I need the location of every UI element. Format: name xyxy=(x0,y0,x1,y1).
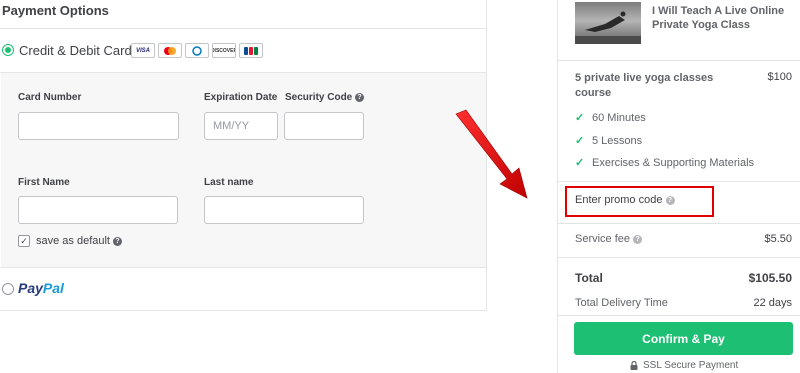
feature-item: ✓ 60 Minutes xyxy=(575,111,646,125)
package-name: 5 private live yoga classes course xyxy=(575,72,714,99)
divider xyxy=(558,223,800,224)
card-method-label[interactable]: Credit & Debit Cards xyxy=(19,43,138,58)
divider xyxy=(558,315,800,316)
save-default-label: save as default ? xyxy=(36,235,123,247)
help-icon[interactable]: ? xyxy=(355,92,365,102)
lock-icon xyxy=(630,361,638,370)
delivery-time-value: 22 days xyxy=(753,297,792,309)
confirm-pay-button[interactable]: Confirm & Pay xyxy=(574,322,793,355)
divider xyxy=(558,181,800,182)
delivery-time-label: Total Delivery Time xyxy=(575,297,668,309)
discover-logo-icon: DISCOVER xyxy=(212,43,236,58)
jcb-logo-icon xyxy=(239,43,263,58)
feature-item: ✓ Exercises & Supporting Materials xyxy=(575,156,755,170)
diners-logo-icon xyxy=(185,43,209,58)
total-value: $105.50 xyxy=(748,271,792,285)
save-default-checkbox[interactable]: ✓ xyxy=(18,235,30,247)
first-name-input[interactable] xyxy=(18,196,178,224)
feature-text: Exercises & Supporting Materials xyxy=(592,156,755,169)
card-radio-button[interactable] xyxy=(2,44,14,56)
last-name-input[interactable] xyxy=(204,196,364,224)
package-price: $100 xyxy=(767,71,792,83)
service-fee-label: Service fee ? xyxy=(575,233,643,245)
expiration-label: Expiration Date xyxy=(204,92,278,103)
feature-item: ✓ 5 Lessons xyxy=(575,134,643,148)
security-code-label: Security Code ? xyxy=(285,92,365,103)
ssl-text: SSL Secure Payment xyxy=(643,360,739,371)
save-default-text: save as default xyxy=(36,235,110,247)
service-fee-value: $5.50 xyxy=(764,233,792,245)
security-code-text: Security Code xyxy=(285,92,353,103)
payment-title: Payment Options xyxy=(2,3,109,18)
gig-thumbnail[interactable] xyxy=(575,2,641,44)
paypal-text-pay: Pay xyxy=(18,280,43,296)
service-fee-text: Service fee xyxy=(575,233,631,245)
check-icon: ✓ xyxy=(575,135,585,147)
feature-text: 5 Lessons xyxy=(592,134,643,147)
card-form: Card Number Expiration Date Security Cod… xyxy=(1,73,486,267)
total-label: Total xyxy=(575,271,603,285)
card-number-input[interactable] xyxy=(18,112,179,140)
promo-highlight-box xyxy=(565,186,714,217)
paypal-radio-button[interactable] xyxy=(2,283,14,295)
ssl-secure-badge: SSL Secure Payment xyxy=(630,360,738,371)
paypal-logo[interactable]: PayPal xyxy=(18,280,64,296)
first-name-label: First Name xyxy=(18,177,70,188)
divider xyxy=(0,28,487,29)
card-number-label: Card Number xyxy=(18,92,82,103)
check-icon: ✓ xyxy=(575,112,585,124)
check-icon: ✓ xyxy=(575,157,585,169)
divider xyxy=(558,257,800,258)
help-icon[interactable]: ? xyxy=(113,236,123,246)
mastercard-logo-icon xyxy=(158,43,182,58)
divider xyxy=(0,267,487,268)
paypal-text-pal: Pal xyxy=(42,280,64,296)
last-name-label: Last name xyxy=(204,177,254,188)
payment-panel: Payment Options Credit & Debit Cards VIS… xyxy=(0,0,487,311)
security-code-input[interactable] xyxy=(284,112,364,140)
visa-logo-icon: VISA xyxy=(131,43,155,58)
card-logos: VISA DISCOVER xyxy=(131,43,263,58)
arrow-icon xyxy=(455,109,528,199)
expiration-input[interactable] xyxy=(204,112,278,140)
gig-title[interactable]: I Will Teach A Live Online Private Yoga … xyxy=(652,4,797,32)
divider xyxy=(558,60,800,61)
help-icon[interactable]: ? xyxy=(633,234,643,244)
feature-text: 60 Minutes xyxy=(592,111,646,124)
